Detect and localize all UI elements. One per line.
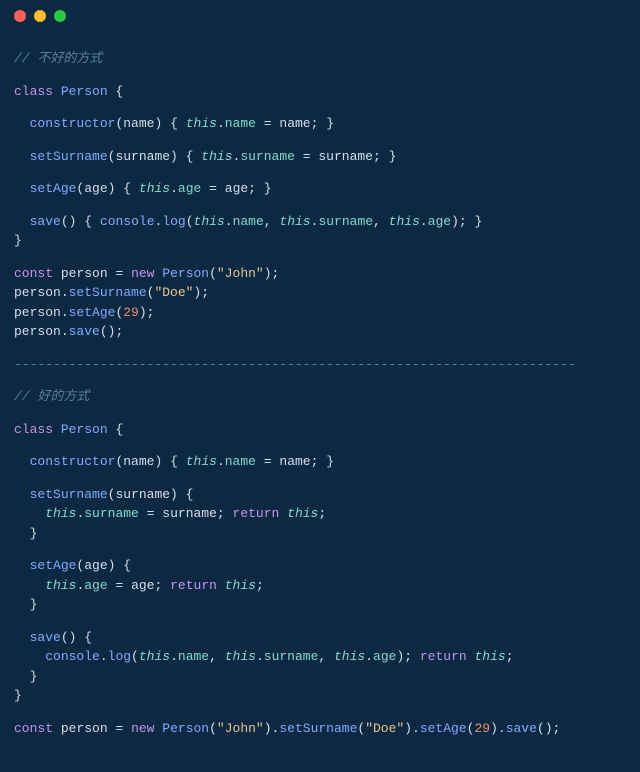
maximize-icon[interactable] <box>54 10 66 22</box>
kw-class: class <box>14 84 53 99</box>
class-person: Person <box>61 84 108 99</box>
minimize-icon[interactable] <box>34 10 46 22</box>
comment-bad: // 不好的方式 <box>14 51 102 66</box>
window-titlebar <box>0 0 640 28</box>
code-editor[interactable]: // 不好的方式class Person { constructor(name)… <box>0 28 640 772</box>
fn-setsurname: setSurname <box>30 149 108 164</box>
fn-save: save <box>30 214 61 229</box>
fn-constructor: constructor <box>30 116 116 131</box>
code-window: // 不好的方式class Person { constructor(name)… <box>0 0 640 772</box>
section-divider: ----------------------------------------… <box>14 357 576 372</box>
fn-setage: setAge <box>30 181 77 196</box>
close-icon[interactable] <box>14 10 26 22</box>
comment-good: // 好的方式 <box>14 389 89 404</box>
